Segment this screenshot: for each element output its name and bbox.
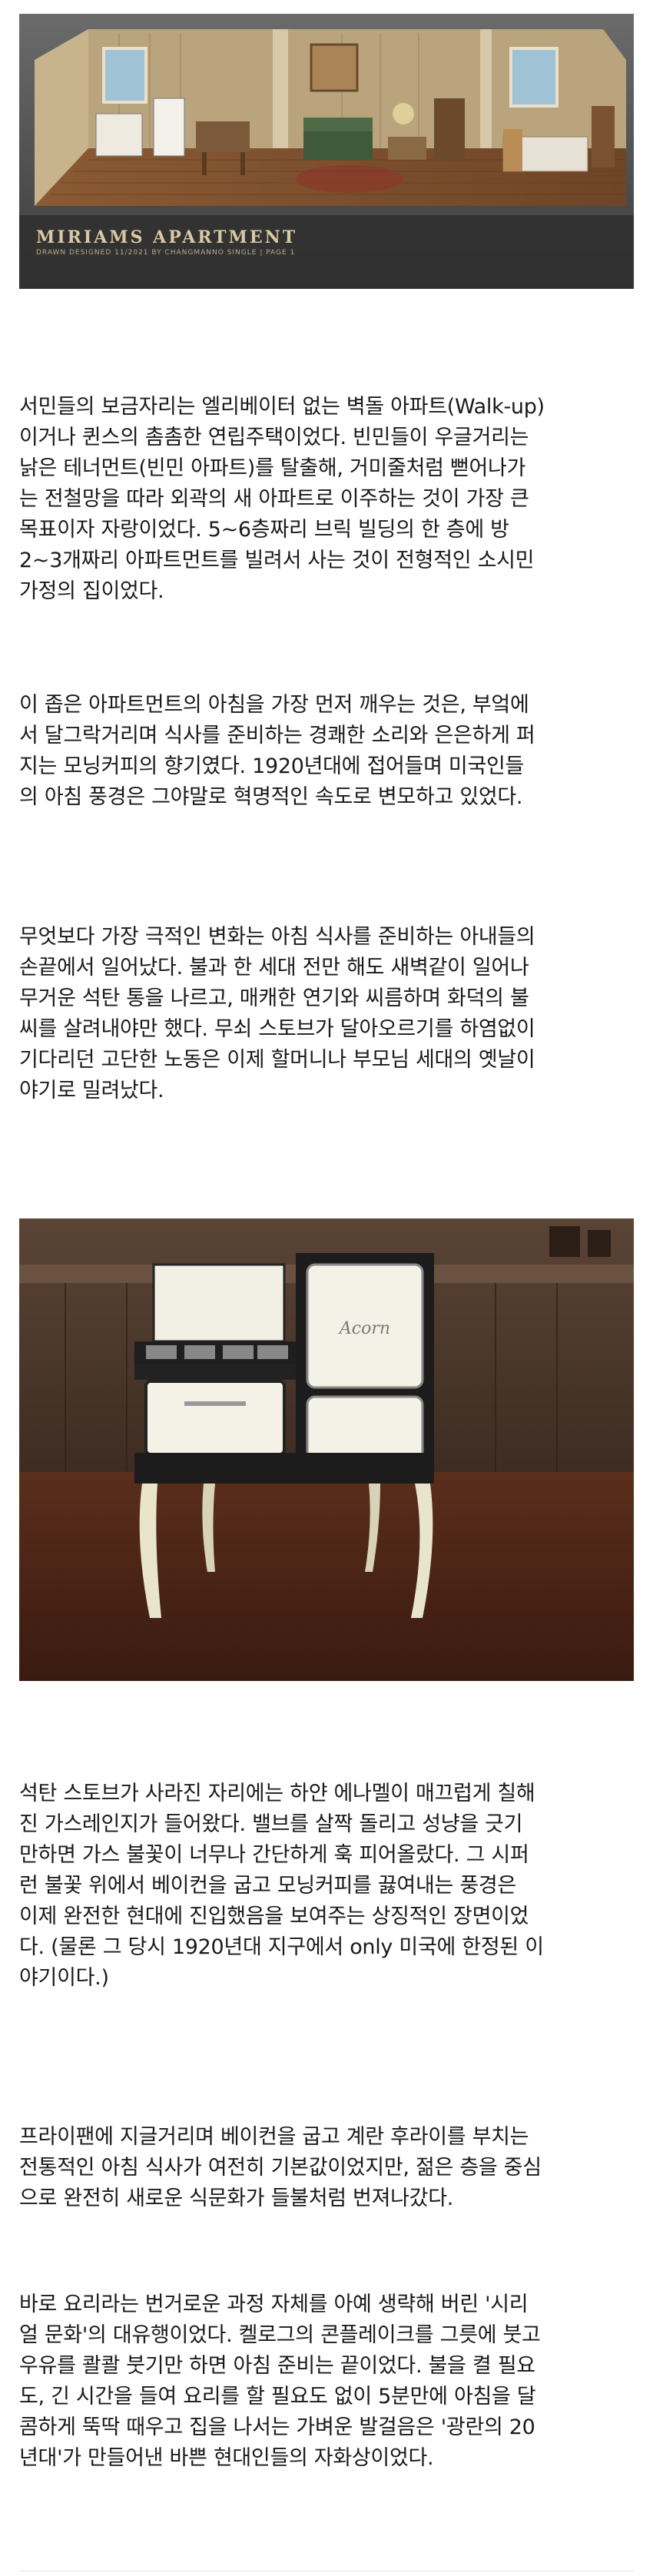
apartment-illustration-drawing	[19, 14, 634, 289]
stove-photo-drawing: Acorn	[19, 1218, 634, 1681]
paragraph-5: 프라이팬에 지글거리며 베이컨을 굽고 계란 후라이를 부치는 전통적인 아침 …	[19, 2125, 542, 2210]
paragraph-2: 이 좁은 아파트먼트의 아침을 가장 먼저 깨우는 것은, 부엌에 서 달그락거…	[19, 693, 535, 809]
paragraph-4: 석탄 스토브가 사라진 자리에는 하얀 에나멜이 매끄럽게 칠해 진 가스레인지…	[19, 1782, 544, 1990]
illustration-subtitle: DRAWN DESIGNED 11/2021 BY CHANGMANNO SIN…	[36, 249, 296, 257]
paragraph-3: 무엇보다 가장 극적인 변화는 아침 식사를 준비하는 아내들의 손끝에서 일어…	[19, 925, 535, 1102]
apartment-illustration: MIRIAMS APARTMENT DRAWN DESIGNED 11/2021…	[19, 14, 634, 289]
paragraph-6: 바로 요리라는 번거로운 과정 자체를 아예 생략해 버린 '시리 얼 문화'의…	[19, 2293, 541, 2470]
stove-photo: Acorn	[19, 1218, 634, 1681]
illustration-title: MIRIAMS APARTMENT	[36, 227, 298, 247]
paragraph-1: 서민들의 보금자리는 엘리베이터 없는 벽돌 아파트(Walk-up) 이거나 …	[19, 395, 545, 603]
stove-brand-text: Acorn	[338, 1319, 390, 1338]
